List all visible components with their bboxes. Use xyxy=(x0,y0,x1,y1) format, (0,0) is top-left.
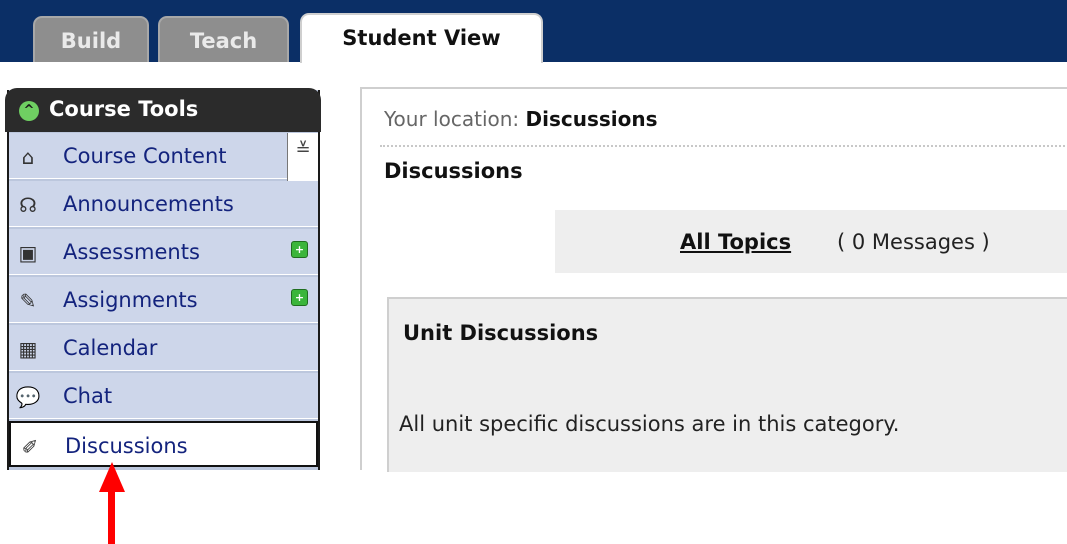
topics-summary-bar: All Topics ( 0 Messages ) xyxy=(555,210,1067,273)
category-description: All unit specific discussions are in thi… xyxy=(399,412,900,436)
annotation-arrow-head-icon xyxy=(99,462,125,492)
message-count: ( 0 Messages ) xyxy=(837,230,990,254)
sidebar-item-chat[interactable]: 💬 Chat xyxy=(9,373,318,419)
main-content: Your location: Discussions Discussions A… xyxy=(360,87,1067,472)
breadcrumb: Your location: Discussions xyxy=(384,107,658,131)
sidebar-item-label: Assignments xyxy=(63,288,198,312)
menu-header-label: Course Tools xyxy=(49,97,199,121)
expand-toggle-button[interactable]: ≚ xyxy=(287,133,318,181)
sidebar-item-discussions[interactable]: ✐ Discussions xyxy=(9,421,318,467)
chat-icon: 💬 xyxy=(15,385,41,409)
tab-label: Student View xyxy=(342,26,501,50)
category-title: Unit Discussions xyxy=(403,321,599,345)
sidebar-item-announcements[interactable]: ☊ Announcements xyxy=(9,181,318,227)
new-item-badge-icon: + xyxy=(291,289,308,306)
sidebar-item-assessments[interactable]: ▣ Assessments + xyxy=(9,229,318,275)
sidebar-item-label: Announcements xyxy=(63,192,234,216)
pushpin-icon: ✐ xyxy=(21,435,39,459)
assignment-icon: ✎ xyxy=(19,289,37,313)
megaphone-icon: ☊ xyxy=(19,193,37,217)
tab-label: Teach xyxy=(189,29,258,53)
new-item-badge-icon: + xyxy=(291,241,308,258)
divider xyxy=(380,145,1065,147)
tab-student-view[interactable]: Student View xyxy=(300,13,543,63)
sidebar-item-label: Chat xyxy=(63,384,113,408)
sidebar-item-assignments[interactable]: ✎ Assignments + xyxy=(9,277,318,323)
sidebar-item-course-content[interactable]: ⌂ Course Content xyxy=(9,133,318,179)
course-tools-header[interactable]: ^ Course Tools xyxy=(5,88,321,132)
annotation-arrow-shaft xyxy=(108,490,115,544)
sidebar-item-label: Course Content xyxy=(63,144,227,168)
sidebar-item-label: Calendar xyxy=(63,336,158,360)
calendar-icon: ▦ xyxy=(18,337,38,361)
location-prefix: Your location: xyxy=(384,107,520,131)
tab-build[interactable]: Build xyxy=(33,16,149,62)
chevron-down-icon: ≚ xyxy=(295,139,311,160)
top-navigation-bar: Build Teach Student View xyxy=(0,0,1067,63)
page-title: Discussions xyxy=(384,159,523,183)
location-value: Discussions xyxy=(525,107,658,131)
sidebar-item-label: Assessments xyxy=(63,240,200,264)
collapse-circle-icon[interactable]: ^ xyxy=(19,101,39,121)
house-icon: ⌂ xyxy=(21,145,35,169)
category-panel: Unit Discussions All unit specific discu… xyxy=(387,297,1067,472)
sidebar-item-calendar[interactable]: ▦ Calendar xyxy=(9,325,318,371)
tab-label: Build xyxy=(60,29,122,53)
all-topics-link[interactable]: All Topics xyxy=(680,230,791,254)
assessment-icon: ▣ xyxy=(18,241,38,265)
sidebar-item-label: Discussions xyxy=(65,434,188,458)
tab-teach[interactable]: Teach xyxy=(158,16,289,62)
